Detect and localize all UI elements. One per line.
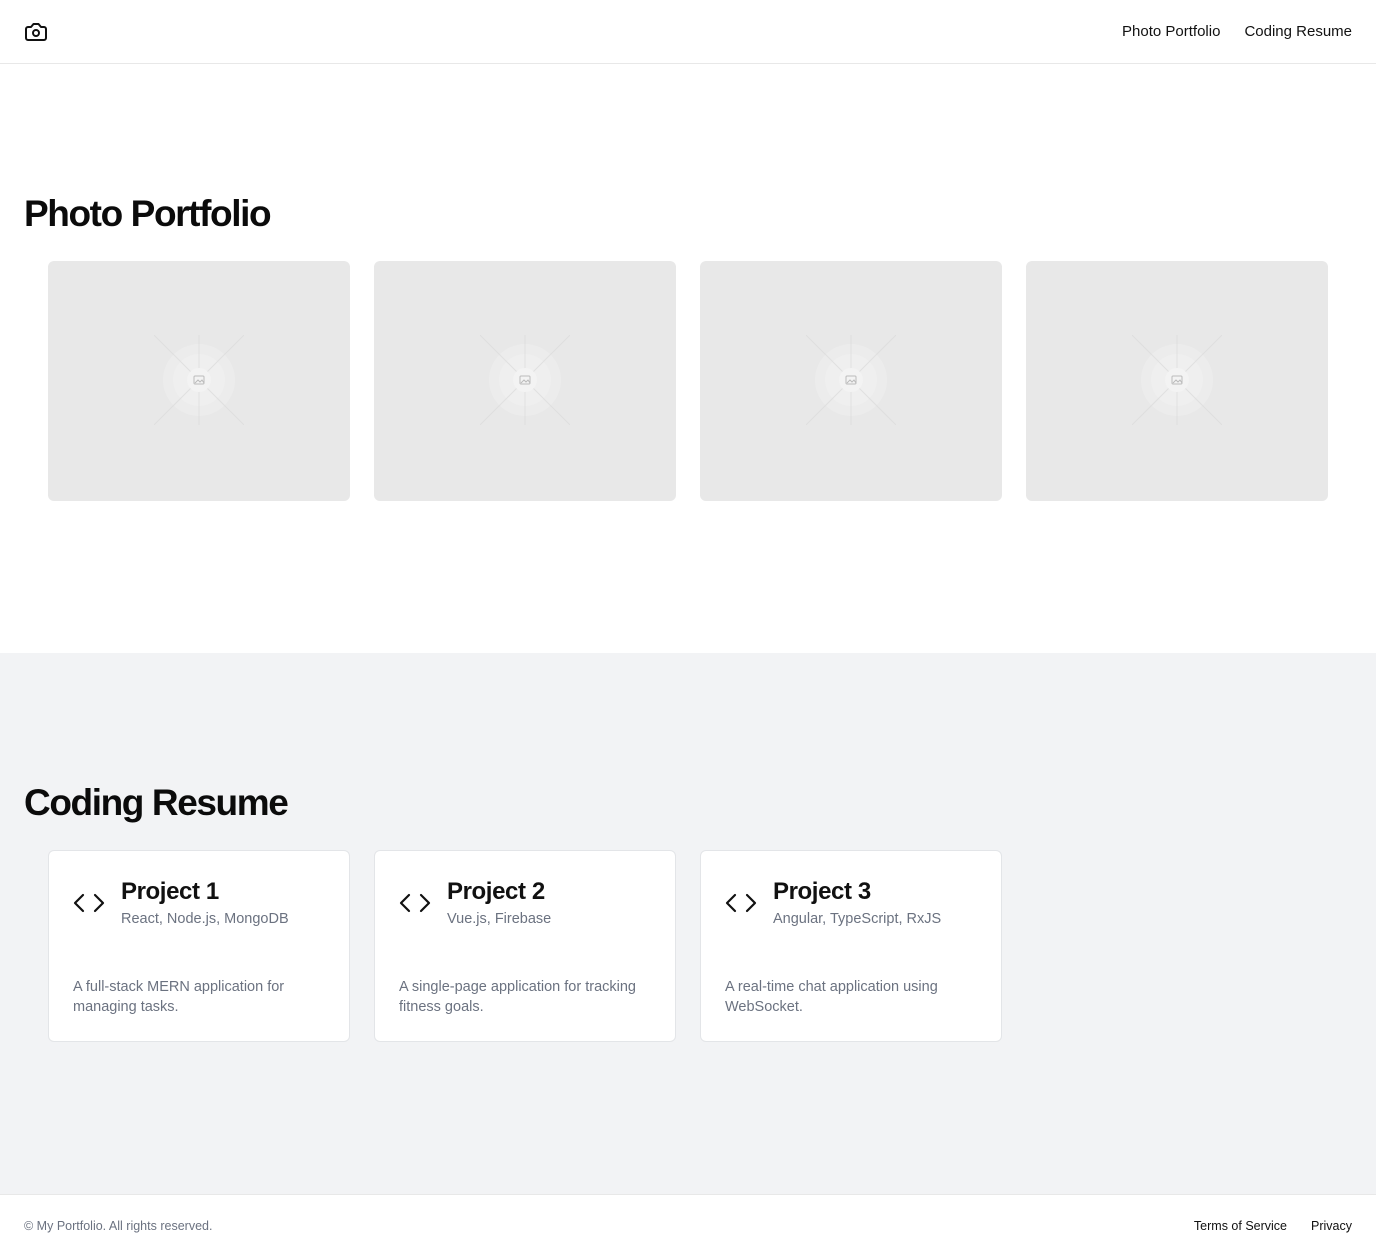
project-description: A real-time chat application using WebSo… (725, 979, 938, 1015)
photo-placeholder[interactable] (700, 261, 1002, 501)
main-nav: Photo Portfolio Coding Resume (1122, 0, 1352, 63)
project-description: A full-stack MERN application for managi… (73, 979, 285, 1015)
privacy-link[interactable]: Privacy (1311, 1219, 1352, 1233)
nav-link-coding-resume[interactable]: Coding Resume (1244, 23, 1352, 40)
image-placeholder-icon (806, 335, 896, 425)
code-icon (399, 893, 431, 913)
project-grid: Project 1 React, Node.js, MongoDB A full… (48, 850, 1002, 1042)
code-icon (725, 893, 757, 913)
photo-portfolio-heading: Photo Portfolio (24, 193, 272, 234)
image-placeholder-icon (1132, 335, 1222, 425)
photo-placeholder[interactable] (48, 261, 350, 501)
coding-resume-heading: Coding Resume (24, 782, 289, 823)
copyright-text: © My Portfolio. All rights reserved. (24, 1219, 213, 1233)
footer-links: Terms of Service Privacy (1194, 1219, 1352, 1233)
project-tech-stack: React, Node.js, MongoDB (121, 911, 289, 927)
project-title: Project 3 (773, 878, 871, 905)
project-card[interactable]: Project 2 Vue.js, Firebase A single-page… (374, 850, 676, 1042)
photo-placeholder[interactable] (374, 261, 676, 501)
project-card[interactable]: Project 3 Angular, TypeScript, RxJS A re… (700, 850, 1002, 1042)
project-tech-stack: Vue.js, Firebase (447, 911, 552, 927)
project-title: Project 2 (447, 878, 545, 905)
photo-placeholder[interactable] (1026, 261, 1328, 501)
nav-link-photo-portfolio[interactable]: Photo Portfolio (1122, 23, 1220, 40)
project-tech-stack: Angular, TypeScript, RxJS (773, 911, 942, 927)
project-description: A single-page application for tracking f… (399, 979, 636, 1015)
terms-of-service-link[interactable]: Terms of Service (1194, 1219, 1287, 1233)
code-icon (73, 893, 105, 913)
image-placeholder-icon (154, 335, 244, 425)
project-card[interactable]: Project 1 React, Node.js, MongoDB A full… (48, 850, 350, 1042)
site-footer: © My Portfolio. All rights reserved. Ter… (0, 1194, 1376, 1259)
image-placeholder-icon (480, 335, 570, 425)
site-header: Photo Portfolio Coding Resume (0, 0, 1376, 64)
photo-grid (48, 261, 1328, 501)
camera-icon[interactable] (24, 20, 48, 44)
project-title: Project 1 (121, 878, 219, 905)
